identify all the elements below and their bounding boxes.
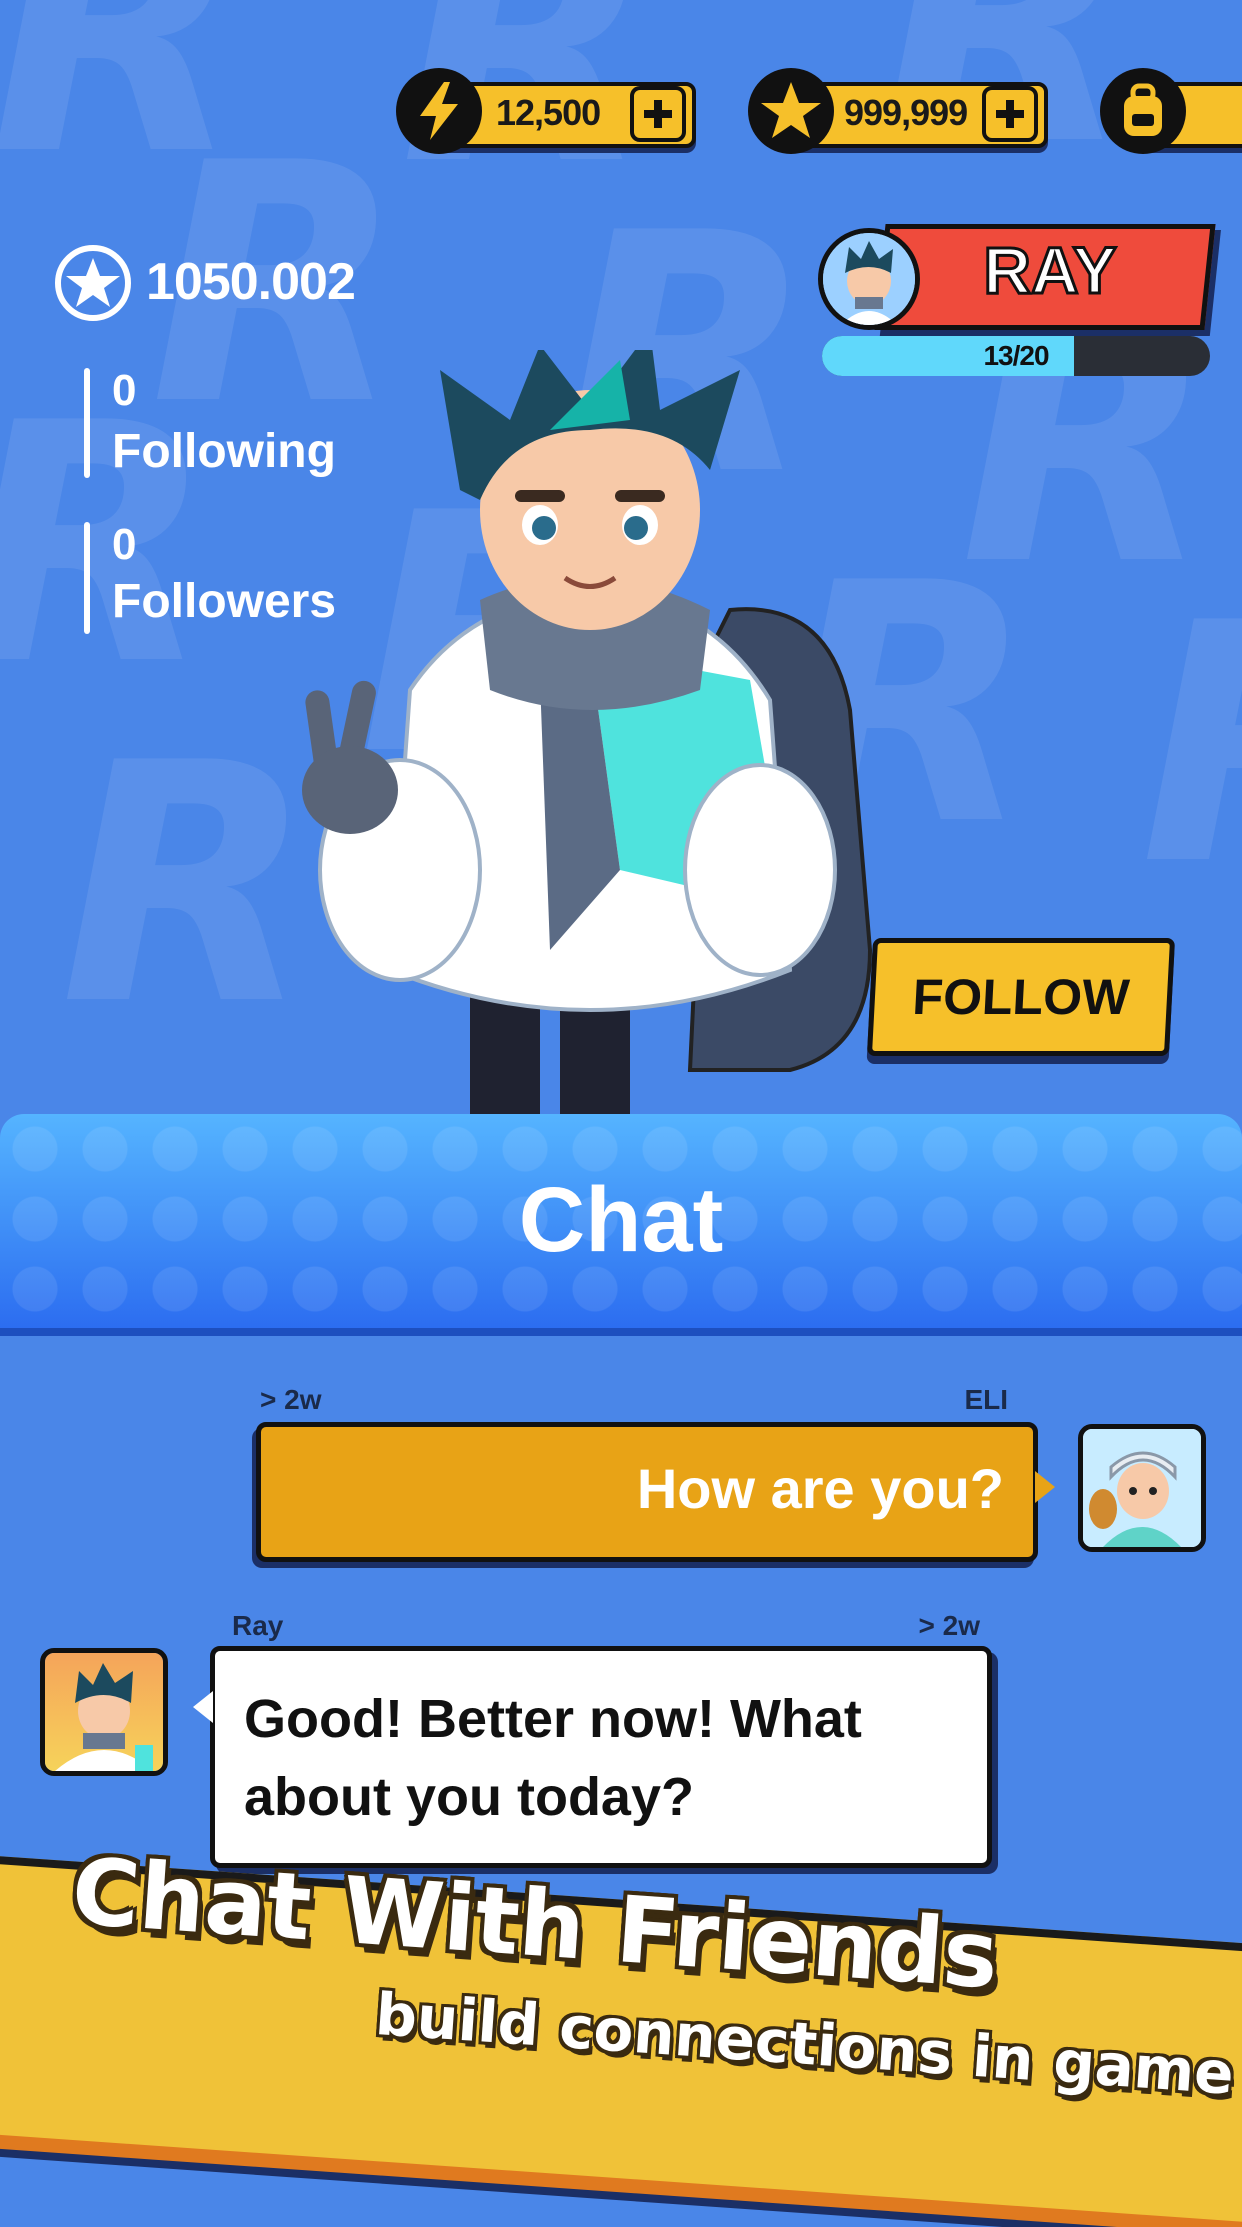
lightning-icon: [396, 68, 482, 154]
backpack-currency[interactable]: [1100, 68, 1242, 154]
stars-currency: 999,999: [748, 68, 1048, 154]
character-illustration: [290, 330, 930, 1125]
stat-divider: [84, 368, 90, 478]
chat-title: Chat: [518, 1169, 724, 1271]
player-avatar[interactable]: [818, 228, 920, 330]
star-icon: [748, 68, 834, 154]
score-icon: [54, 244, 132, 327]
eli-avatar[interactable]: [1078, 1424, 1206, 1552]
energy-currency: 12,500: [396, 68, 696, 154]
add-energy-button[interactable]: [630, 86, 686, 142]
score-value: 1050.002: [146, 253, 356, 311]
message-sender: ELI: [964, 1384, 1008, 1415]
follow-button[interactable]: FOLLOW: [866, 938, 1176, 1056]
stat-divider: [84, 522, 90, 634]
stars-value: 999,999: [844, 92, 968, 133]
backpack-icon: [1100, 68, 1186, 154]
message-text: How are you?: [636, 1457, 1004, 1520]
message-sender: Ray: [232, 1610, 284, 1641]
followers-count: 0: [112, 520, 137, 569]
ray-avatar[interactable]: [40, 1648, 168, 1776]
add-stars-button[interactable]: [982, 86, 1038, 142]
message-time: > 2w: [260, 1384, 322, 1415]
player-name: RAY: [982, 232, 1118, 309]
level-progress-text: 13/20: [983, 340, 1049, 371]
message-time: > 2w: [918, 1610, 980, 1641]
following-count: 0: [112, 366, 137, 415]
message-text: Good! Better now! What about you today?: [244, 1689, 862, 1827]
energy-value: 12,500: [496, 92, 601, 133]
